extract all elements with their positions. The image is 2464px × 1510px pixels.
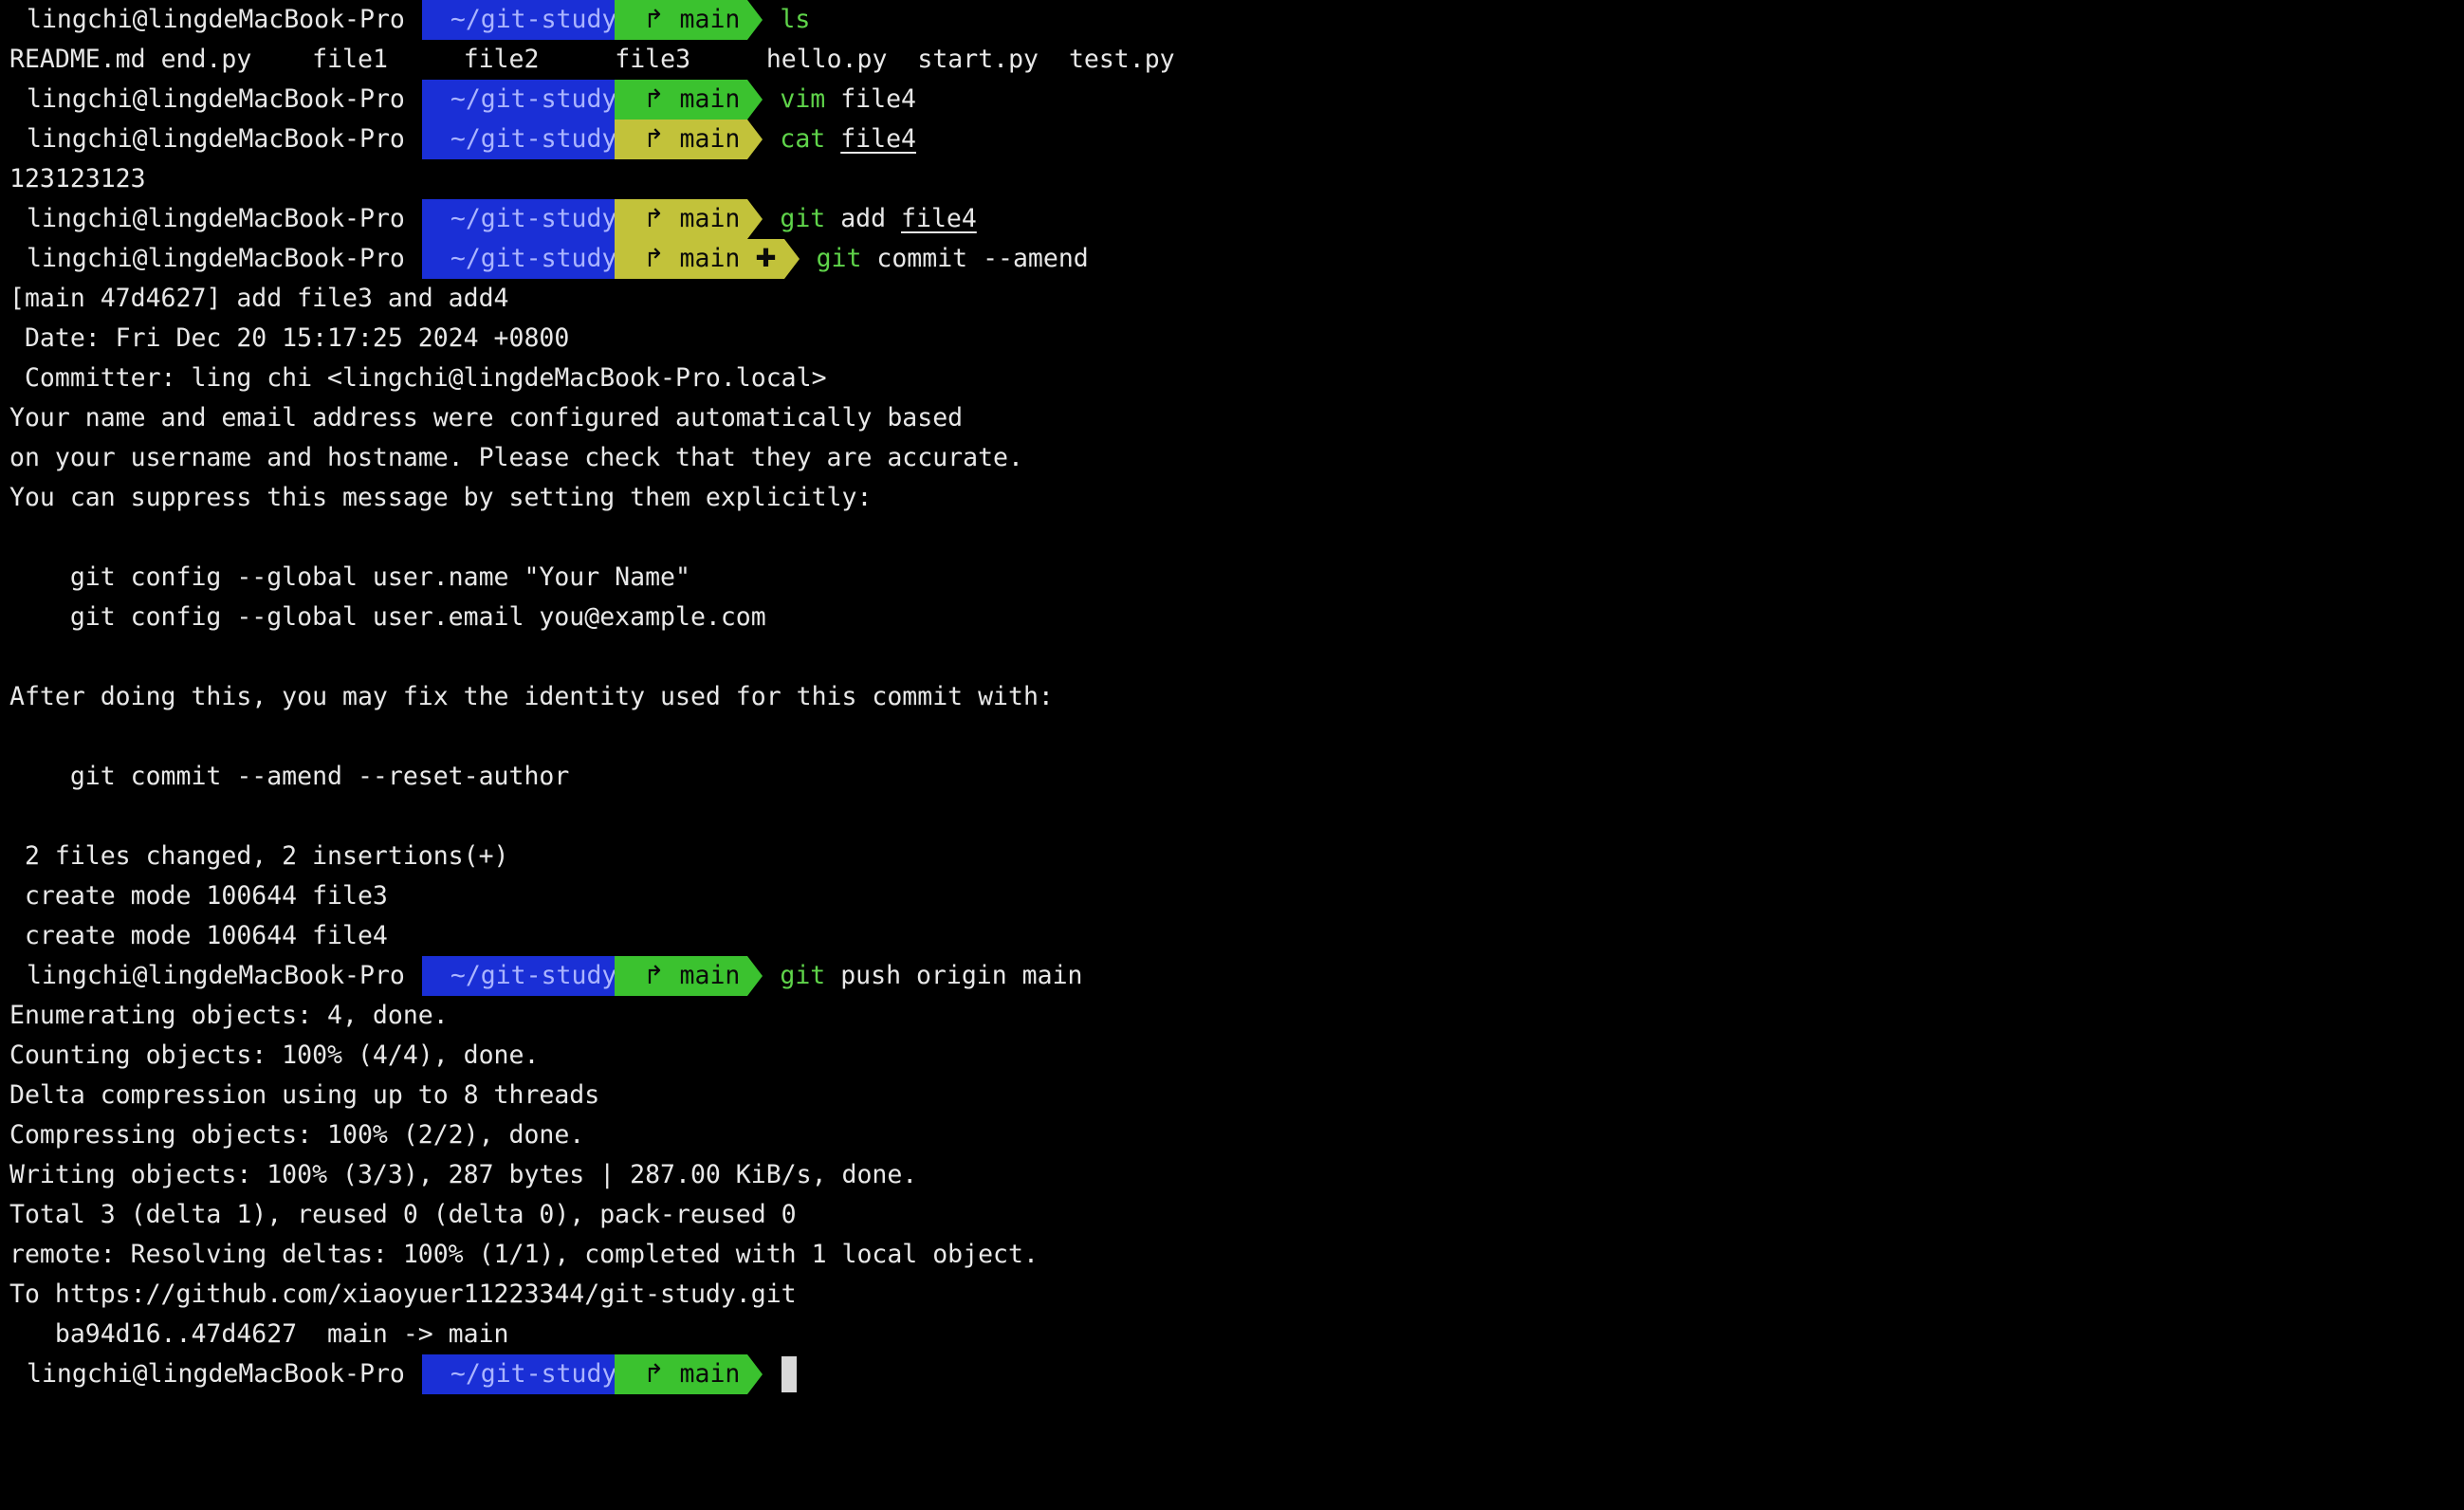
prompt-user: lingchi@lingdeMacBook-Pro bbox=[27, 84, 405, 114]
output-line: After doing this, you may fix the identi… bbox=[9, 682, 1054, 711]
prompt-line: lingchi@lingdeMacBook-Pro ~/git-study ↱ … bbox=[0, 199, 2464, 239]
command-args: file4 bbox=[901, 204, 977, 233]
output-line: remote: Resolving deltas: 100% (1/1), co… bbox=[9, 1240, 1039, 1269]
output-line: Writing objects: 100% (3/3), 287 bytes |… bbox=[9, 1160, 918, 1189]
output-line: [main 47d4627] add file3 and add4 bbox=[9, 284, 509, 313]
prompt-user: lingchi@lingdeMacBook-Pro bbox=[27, 204, 405, 233]
output-line: git commit --amend --reset-author bbox=[9, 762, 570, 791]
prompt-arrow bbox=[747, 956, 763, 996]
prompt-branch: ↱ main bbox=[615, 0, 748, 40]
command-keyword: git bbox=[780, 204, 826, 233]
branch-icon: ↱ bbox=[643, 1359, 665, 1389]
command-keyword: ls bbox=[780, 5, 811, 34]
branch-icon: ↱ bbox=[643, 5, 665, 34]
prompt-branch: ↱ main bbox=[615, 956, 748, 996]
file-entry: file3 bbox=[615, 45, 691, 74]
command-args: file4 bbox=[840, 124, 916, 154]
output-line: ba94d16..47d4627 main -> main bbox=[9, 1319, 509, 1349]
file-entry: hello.py bbox=[765, 45, 888, 74]
prompt-user: lingchi@lingdeMacBook-Pro bbox=[27, 124, 405, 154]
prompt-dir: ~/git-study bbox=[421, 120, 631, 159]
file-entry: end.py bbox=[160, 45, 252, 74]
prompt-line-active[interactable]: lingchi@lingdeMacBook-Pro ~/git-study ↱ … bbox=[0, 1354, 2464, 1394]
prompt-arrow bbox=[747, 0, 763, 40]
output-line: Committer: ling chi <lingchi@lingdeMacBo… bbox=[9, 363, 827, 393]
output-line: Total 3 (delta 1), reused 0 (delta 0), p… bbox=[9, 1200, 797, 1229]
prompt-arrow bbox=[783, 239, 800, 279]
output-line: 2 files changed, 2 insertions(+) bbox=[9, 841, 509, 871]
prompt-line: lingchi@lingdeMacBook-Pro ~/git-study ↱ … bbox=[0, 120, 2464, 159]
output-line: create mode 100644 file3 bbox=[9, 881, 388, 911]
prompt-dir: ~/git-study bbox=[421, 1354, 631, 1394]
prompt-branch: ↱ main bbox=[615, 1354, 748, 1394]
prompt-branch: ↱ main bbox=[615, 199, 748, 239]
prompt-branch: ↱ main ✚ bbox=[615, 239, 784, 279]
prompt-arrow bbox=[747, 80, 763, 120]
output-line: 123123123 bbox=[9, 164, 146, 193]
prompt-dir: ~/git-study bbox=[421, 956, 631, 996]
prompt-dir: ~/git-study bbox=[421, 80, 631, 120]
file-entry: README.md bbox=[9, 45, 146, 74]
output-line: To https://github.com/xiaoyuer11223344/g… bbox=[9, 1280, 797, 1309]
prompt-line: lingchi@lingdeMacBook-Pro ~/git-study ↱ … bbox=[0, 239, 2464, 279]
output-line: Date: Fri Dec 20 15:17:25 2024 +0800 bbox=[9, 323, 570, 353]
file-entry: start.py bbox=[917, 45, 1039, 74]
staged-icon: ✚ bbox=[755, 244, 777, 273]
prompt-branch: ↱ main bbox=[615, 120, 748, 159]
prompt-arrow bbox=[747, 199, 763, 239]
branch-icon: ↱ bbox=[643, 961, 665, 990]
text-cursor[interactable] bbox=[781, 1356, 798, 1392]
output-line: Counting objects: 100% (4/4), done. bbox=[9, 1040, 540, 1070]
prompt-arrow bbox=[747, 120, 763, 159]
branch-icon: ↱ bbox=[643, 244, 665, 273]
file-entry: file2 bbox=[463, 45, 540, 74]
prompt-dir: ~/git-study bbox=[421, 199, 631, 239]
prompt-line: lingchi@lingdeMacBook-Pro ~/git-study ↱ … bbox=[0, 80, 2464, 120]
command-keyword: cat bbox=[780, 124, 826, 154]
prompt-branch: ↱ main bbox=[615, 80, 748, 120]
prompt-dir: ~/git-study bbox=[421, 0, 631, 40]
branch-icon: ↱ bbox=[643, 84, 665, 114]
command-keyword: vim bbox=[780, 84, 826, 114]
branch-icon: ↱ bbox=[643, 204, 665, 233]
terminal-window[interactable]: lingchi@lingdeMacBook-Pro ~/git-study ↱ … bbox=[0, 0, 2464, 1510]
output-line: You can suppress this message by setting… bbox=[9, 483, 873, 512]
output-line: git config --global user.email you@examp… bbox=[9, 602, 766, 632]
prompt-dir: ~/git-study bbox=[421, 239, 631, 279]
output-line: Your name and email address were configu… bbox=[9, 403, 964, 433]
prompt-user: lingchi@lingdeMacBook-Pro bbox=[27, 961, 405, 990]
prompt-line: lingchi@lingdeMacBook-Pro ~/git-study ↱ … bbox=[0, 0, 2464, 40]
output-line: create mode 100644 file4 bbox=[9, 921, 388, 950]
prompt-user: lingchi@lingdeMacBook-Pro bbox=[27, 244, 405, 273]
prompt-user: lingchi@lingdeMacBook-Pro bbox=[27, 1359, 405, 1389]
output-line: Delta compression using up to 8 threads bbox=[9, 1080, 600, 1110]
command-keyword: git bbox=[780, 961, 826, 990]
command-args: file4 bbox=[825, 84, 916, 114]
command-args: commit --amend bbox=[861, 244, 1089, 273]
prompt-arrow bbox=[747, 1354, 763, 1394]
ls-output: README.md end.py file1 file2 file3 hello… bbox=[0, 40, 2464, 80]
command-args: push origin main bbox=[825, 961, 1083, 990]
output-line: Enumerating objects: 4, done. bbox=[9, 1001, 449, 1030]
prompt-user: lingchi@lingdeMacBook-Pro bbox=[27, 5, 405, 34]
output-line: on your username and hostname. Please ch… bbox=[9, 443, 1023, 472]
file-entry: test.py bbox=[1068, 45, 1175, 74]
file-entry: file1 bbox=[312, 45, 388, 74]
command-keyword: git bbox=[816, 244, 862, 273]
output-line: git config --global user.name "Your Name… bbox=[9, 562, 690, 592]
prompt-line: lingchi@lingdeMacBook-Pro ~/git-study ↱ … bbox=[0, 956, 2464, 996]
branch-icon: ↱ bbox=[643, 124, 665, 154]
output-line: Compressing objects: 100% (2/2), done. bbox=[9, 1120, 585, 1150]
